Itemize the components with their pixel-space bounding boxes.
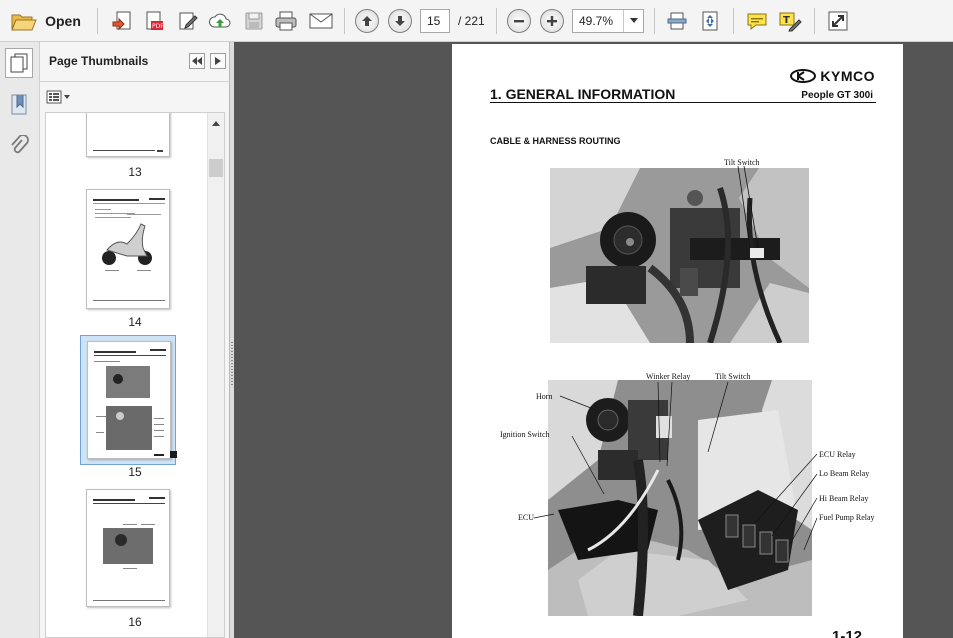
minus-icon <box>507 9 531 33</box>
pdf-convert-icon: PDF <box>143 10 165 32</box>
highlight-button[interactable]: T <box>776 8 804 34</box>
toolbar-separator <box>654 8 655 34</box>
callout-leader-lines <box>533 381 818 551</box>
panel-title: Page Thumbnails <box>49 54 149 68</box>
subsection-title: CABLE & HARNESS ROUTING <box>490 136 621 146</box>
printer-icon <box>274 10 298 32</box>
fit-page-button[interactable] <box>697 8 723 34</box>
callout-leader-lines <box>737 166 759 249</box>
comment-button[interactable] <box>743 8 771 34</box>
folder-open-icon <box>11 10 37 32</box>
thumbnail-page[interactable] <box>86 489 170 607</box>
kymco-logo: KYMCO <box>790 68 875 84</box>
upload-button[interactable] <box>206 8 234 34</box>
scroll-up-button[interactable] <box>208 115 224 131</box>
highlight-text-icon: T <box>778 10 802 32</box>
fit-page-width-icon <box>666 10 688 32</box>
options-list-icon <box>46 90 72 104</box>
previous-page-button[interactable] <box>354 8 380 34</box>
arrow-up-icon <box>355 9 379 33</box>
plus-icon <box>540 9 564 33</box>
fit-width-button[interactable] <box>664 8 690 34</box>
print-button[interactable] <box>272 8 300 34</box>
fit-page-icon <box>699 10 721 32</box>
thumbnail-page-label: 13 <box>128 165 142 179</box>
double-chevron-left-icon <box>192 57 202 65</box>
page-number-input[interactable]: 15 <box>420 9 450 33</box>
thumbnail-page[interactable] <box>86 189 170 309</box>
open-button[interactable]: Open <box>6 8 86 34</box>
navigation-rail <box>0 42 40 638</box>
panel-menu-button[interactable] <box>210 53 226 69</box>
collapse-panel-button[interactable] <box>189 53 205 69</box>
thumbnail-page-current[interactable] <box>87 341 171 459</box>
arrow-down-icon <box>388 9 412 33</box>
toolbar: Open PDF 15 / 221 49.7% T <box>0 0 953 42</box>
thumbnail-page-label: 14 <box>128 315 142 329</box>
svg-text:T: T <box>783 15 790 26</box>
next-page-button[interactable] <box>387 8 413 34</box>
open-label: Open <box>45 13 81 29</box>
page-thumbnails-tab[interactable] <box>5 48 33 78</box>
toolbar-separator <box>344 8 345 34</box>
bookmark-icon <box>9 93 29 117</box>
thumbnails-panel: Page Thumbnails 13 14 15 16 <box>40 42 230 638</box>
chevron-down-icon[interactable] <box>623 10 643 32</box>
zoom-out-button[interactable] <box>506 8 532 34</box>
document-page: KYMCO 1. GENERAL INFORMATION People GT 3… <box>452 44 903 638</box>
edit-button[interactable] <box>174 8 202 34</box>
cloud-upload-icon <box>208 10 232 32</box>
thumbnail-options-button[interactable] <box>46 88 74 106</box>
speech-bubble-icon <box>746 10 768 32</box>
scrollbar-thumb[interactable] <box>209 159 223 177</box>
create-pdf-button[interactable] <box>108 8 136 34</box>
zoom-in-button[interactable] <box>539 8 565 34</box>
thumbnail-view-marker <box>170 451 177 458</box>
paperclip-icon <box>9 135 29 159</box>
save-disk-icon <box>243 10 265 32</box>
thumbnail-list[interactable]: 13 14 15 16 <box>45 112 225 638</box>
document-view[interactable]: KYMCO 1. GENERAL INFORMATION People GT 3… <box>234 42 953 638</box>
edit-document-icon <box>177 10 199 32</box>
convert-button[interactable]: PDF <box>140 8 168 34</box>
bookmarks-tab[interactable] <box>5 90 33 120</box>
toolbar-separator <box>496 8 497 34</box>
chevron-up-icon <box>212 120 220 126</box>
svg-text:PDF: PDF <box>152 23 164 30</box>
thumbnails-header: Page Thumbnails <box>40 42 230 82</box>
create-pdf-icon <box>111 10 133 32</box>
pages-icon <box>9 52 29 74</box>
thumbnail-scrollbar[interactable] <box>207 113 224 637</box>
splitter-grip[interactable] <box>231 342 233 386</box>
thumbnail-page-label: 16 <box>128 615 142 629</box>
chevron-right-icon <box>215 57 221 65</box>
section-title: 1. GENERAL INFORMATION <box>490 86 676 102</box>
email-button[interactable] <box>306 8 336 34</box>
envelope-icon <box>308 11 334 31</box>
model-name: People GT 300i <box>801 90 873 101</box>
toolbar-separator <box>814 8 815 34</box>
full-screen-button[interactable] <box>824 8 852 34</box>
brand-name: KYMCO <box>820 68 875 84</box>
save-button[interactable] <box>240 8 268 34</box>
harness-photo-top <box>550 168 809 343</box>
page-total-label: / 221 <box>458 14 485 28</box>
toolbar-separator <box>733 8 734 34</box>
toolbar-separator <box>97 8 98 34</box>
kymco-emblem-icon <box>790 69 817 83</box>
attachments-tab[interactable] <box>5 132 33 162</box>
expand-icon <box>827 10 849 32</box>
title-rule <box>490 102 876 103</box>
page-number: 1-12 <box>832 628 863 638</box>
zoom-value: 49.7% <box>579 14 614 28</box>
thumbnail-page[interactable] <box>86 113 170 157</box>
zoom-select[interactable]: 49.7% <box>572 9 644 33</box>
thumbnail-page-label: 15 <box>128 465 142 479</box>
